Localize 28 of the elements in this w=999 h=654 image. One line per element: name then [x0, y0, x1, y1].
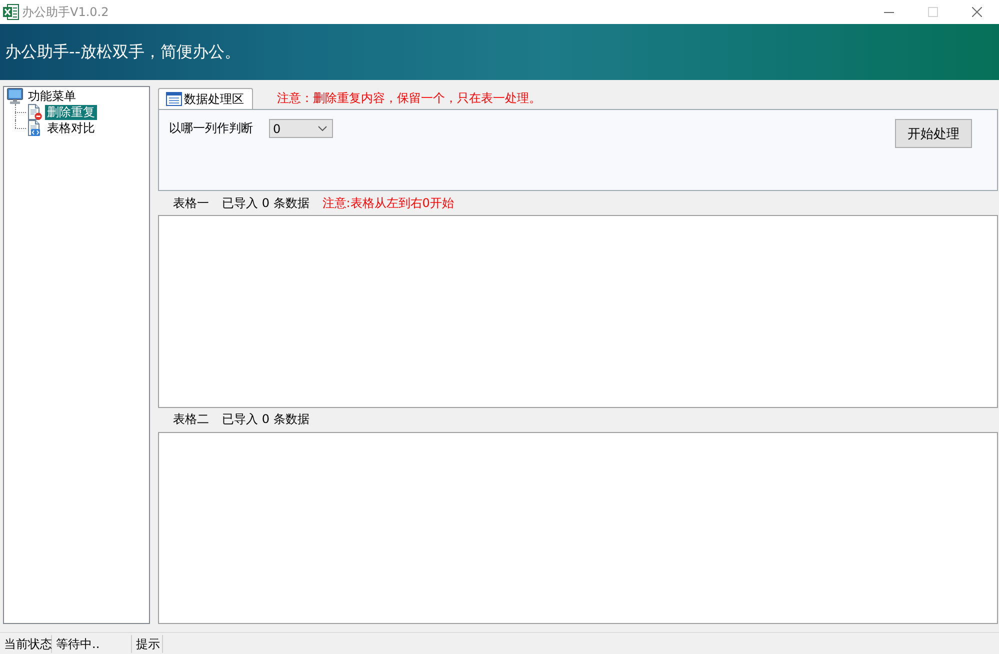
- status-panel: 提示: [132, 634, 163, 652]
- column-label: 以哪一列作判断: [169, 120, 253, 137]
- import-status: 已导入 0 条数据: [222, 411, 310, 428]
- status-panel: 等待中..: [52, 634, 132, 652]
- spreadsheet-icon: [3, 4, 19, 20]
- table-title: 表格一: [173, 194, 209, 212]
- maximize-icon: [928, 7, 938, 17]
- tree-item[interactable]: 功能菜单: [26, 88, 78, 104]
- tree-connector: [15, 104, 26, 120]
- data-grid[interactable]: [158, 432, 998, 624]
- document-minus-icon: [26, 104, 42, 120]
- start-button[interactable]: 开始处理: [895, 119, 972, 148]
- tab[interactable]: 数据处理区: [158, 88, 253, 109]
- data-grid[interactable]: [158, 215, 998, 408]
- table-note: 注意:表格从左到右0开始: [322, 194, 454, 212]
- tree-item[interactable]: 删除重复: [45, 104, 97, 120]
- header-title: 办公助手--放松双手，简便办公。: [5, 42, 241, 62]
- table-title: 表格二: [173, 411, 209, 428]
- import-status: 已导入 0 条数据: [222, 194, 310, 212]
- column-select[interactable]: 0: [269, 119, 333, 138]
- table-icon: [166, 92, 182, 106]
- notice-text: 注意：删除重复内容，保留一个，只在表一处理。: [277, 90, 541, 107]
- document-code-icon: [26, 120, 42, 136]
- tree-item[interactable]: 表格对比: [45, 120, 97, 136]
- chevron-down-icon: [318, 126, 327, 131]
- window-title: 办公助手V1.0.2: [22, 4, 109, 20]
- close-icon: [972, 7, 982, 17]
- status-panel: 当前状态: [0, 634, 52, 652]
